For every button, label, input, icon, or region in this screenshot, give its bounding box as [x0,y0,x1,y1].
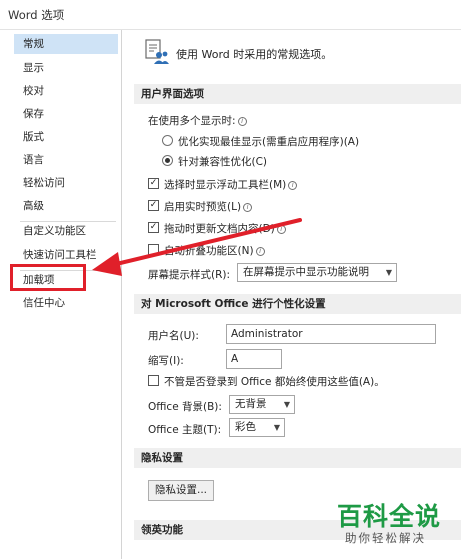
sidebar-item-save[interactable]: 保存 [14,104,118,124]
sidebar-item-quick-access-toolbar[interactable]: 快速访问工具栏 [14,245,118,265]
info-icon: i [255,247,265,256]
radio-optimize-display[interactable] [162,135,173,146]
window-title: Word 选项 [8,8,65,22]
checkbox-update-on-drag-label: 拖动时更新文档内容(D) i [164,221,286,236]
watermark-title: 百科全说 [337,502,442,531]
initials-label: 缩写(I): [148,355,184,367]
chevron-down-icon: ▼ [283,400,290,409]
section-header-privacy: 隐私设置 [134,448,461,468]
radio-compat-optimize[interactable] [162,155,173,166]
checkbox-live-preview-label: 启用实时预览(L) i [164,199,253,214]
office-theme-dropdown[interactable]: 彩色 ▼ [229,418,285,437]
annotation-highlight-box [10,264,86,291]
general-options-icon [145,39,169,64]
username-label: 用户名(U): [148,330,199,342]
info-icon: i [276,225,286,234]
section-header-personalize: 对 Microsoft Office 进行个性化设置 [134,294,461,314]
sidebar-item-language[interactable]: 语言 [14,150,118,170]
sidebar-item-trust-center[interactable]: 信任中心 [14,293,118,313]
checkbox-live-preview[interactable]: ✓ [148,200,159,211]
general-options-panel: 使用 Word 时采用的常规选项。 用户界面选项 在使用多个显示时: i 优化实现… [122,30,461,559]
chevron-down-icon: ▼ [385,268,392,277]
office-theme-label: Office 主题(T): [148,424,222,436]
username-input[interactable]: Administrator [226,324,436,344]
checkbox-collapse-ribbon-label: 自动折叠功能区(N) i [164,243,265,258]
info-icon: i [243,203,253,212]
sidebar-item-layout[interactable]: 版式 [14,127,118,147]
checkbox-mini-toolbar-label: 选择时显示浮动工具栏(M) i [164,177,298,192]
watermark-logo: 百科全说 助你轻松解决 [325,497,455,555]
radio-optimize-display-label: 优化实现最佳显示(需重启应用程序)(A) [178,136,360,148]
screentip-style-dropdown[interactable]: 在屏幕提示中显示功能说明 ▼ [237,263,397,282]
chevron-down-icon: ▼ [273,423,280,432]
info-icon: i [288,181,298,190]
checkbox-mini-toolbar[interactable]: ✓ [148,178,159,189]
multi-display-label: 在使用多个显示时: i [148,113,247,128]
sidebar-item-proofing[interactable]: 校对 [14,81,118,101]
checkbox-always-use-values[interactable] [148,375,159,386]
sidebar-item-customize-ribbon[interactable]: 自定义功能区 [14,221,118,241]
sidebar-item-display[interactable]: 显示 [14,58,118,78]
sidebar-item-general[interactable]: 常规 [14,34,118,54]
title-bar: Word 选项 [0,0,461,30]
sidebar-item-accessibility[interactable]: 轻松访问 [14,173,118,193]
checkbox-collapse-ribbon[interactable] [148,244,159,255]
checkbox-update-on-drag[interactable]: ✓ [148,222,159,233]
privacy-settings-button[interactable]: 隐私设置... [148,480,214,501]
office-background-label: Office 背景(B): [148,401,222,413]
section-header-ui-options: 用户界面选项 [134,84,461,104]
office-background-dropdown[interactable]: 无背景 ▼ [229,395,295,414]
sidebar-item-advanced[interactable]: 高级 [14,196,118,216]
info-icon: i [237,117,247,126]
screentip-style-label: 屏幕提示样式(R): [148,269,231,281]
sidebar: 常规 显示 校对 保存 版式 语言 轻松访问 高级 自定义功能区 快速访问工具栏… [10,30,122,559]
watermark-subtitle: 助你轻松解决 [345,531,426,545]
initials-input[interactable]: A [226,349,282,369]
page-title: 使用 Word 时采用的常规选项。 [176,48,333,61]
checkbox-always-use-values-label: 不管是否登录到 Office 都始终使用这些值(A)。 [164,376,385,388]
radio-compat-optimize-label: 针对兼容性优化(C) [178,156,268,168]
